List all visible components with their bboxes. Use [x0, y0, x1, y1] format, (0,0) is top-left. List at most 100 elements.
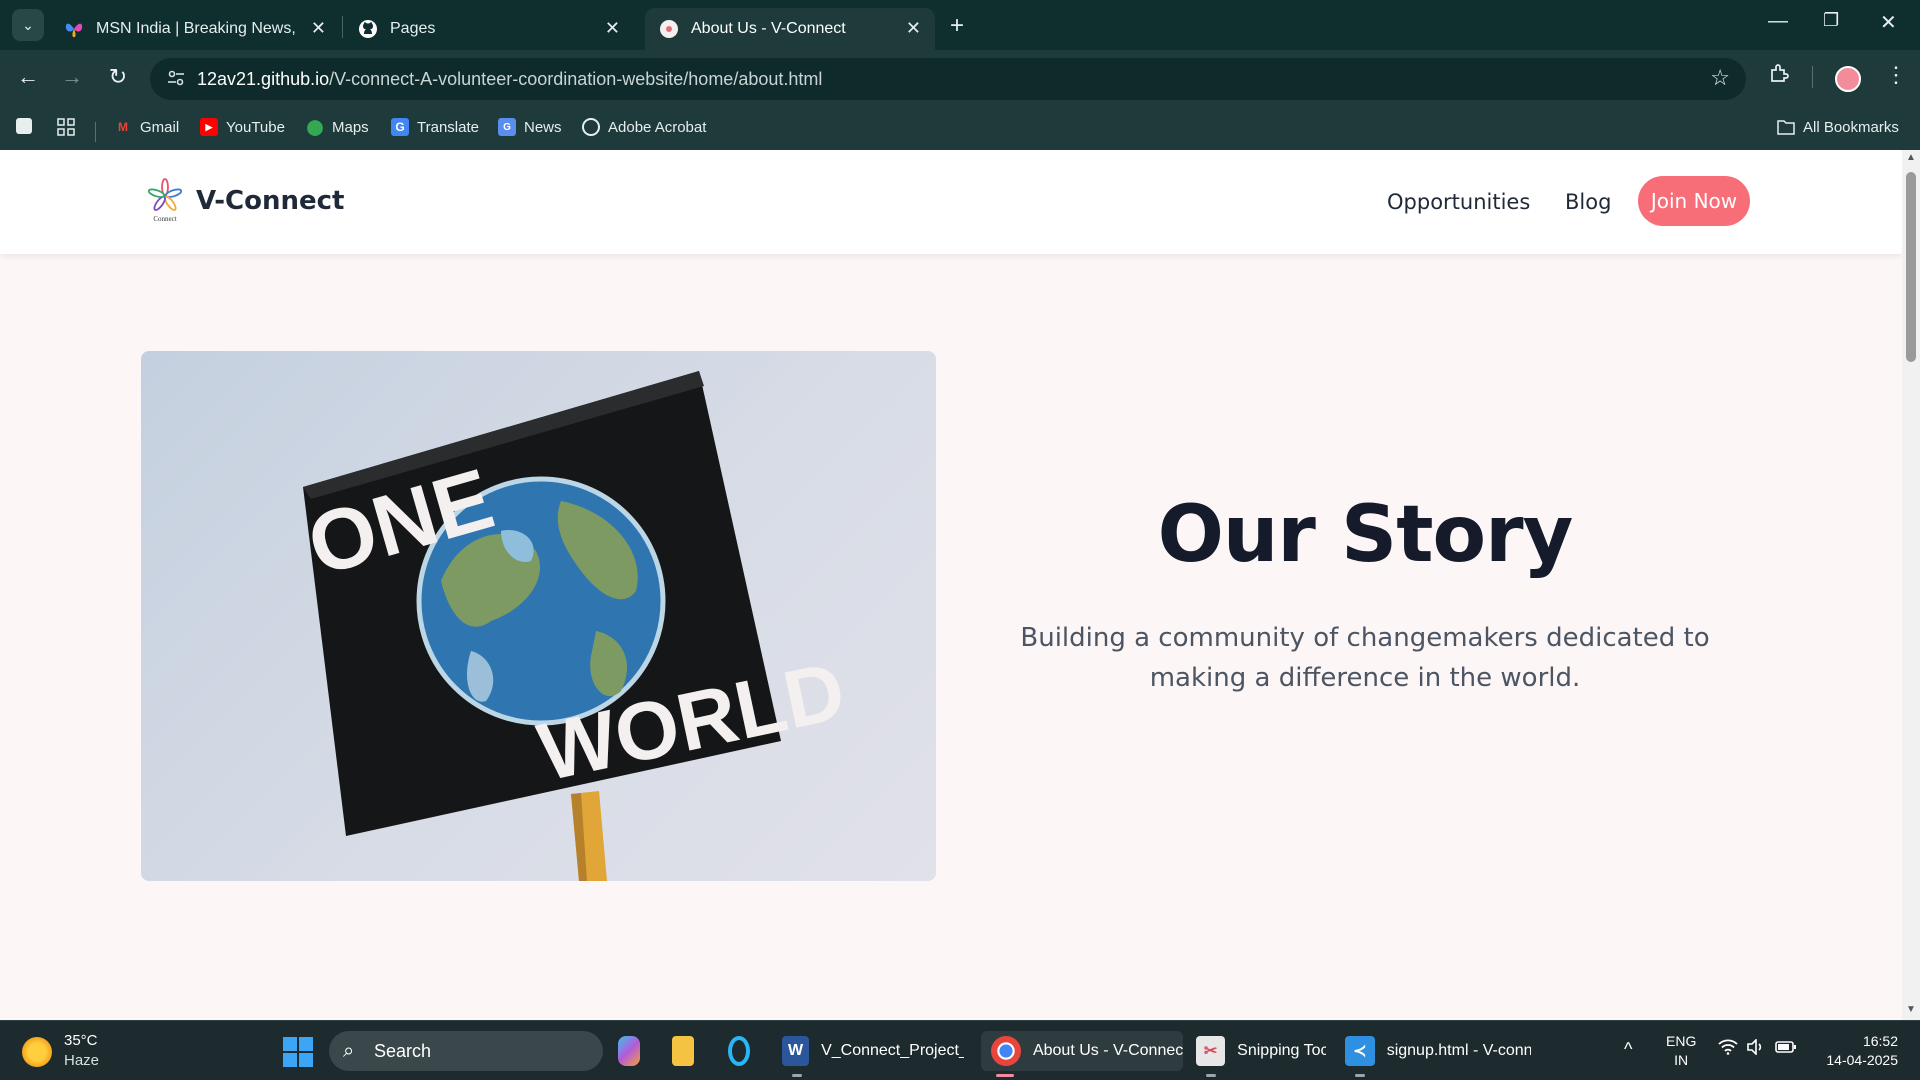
tab-msn[interactable]: MSN India | Breaking News, Ent ✕ — [50, 8, 340, 50]
restore-icon[interactable]: ❐ — [1823, 10, 1839, 31]
tab-divider — [342, 16, 343, 38]
github-icon — [358, 19, 378, 39]
join-now-button[interactable]: Join Now — [1638, 176, 1750, 226]
close-icon[interactable]: ✕ — [906, 18, 921, 39]
taskbar-app-word[interactable]: W V_Connect_Project_R — [782, 1031, 964, 1077]
windows-taskbar: 35°C Haze ⌕ Search W V_Connect_Project_R… — [0, 1020, 1920, 1080]
chrome-icon — [991, 1036, 1021, 1066]
taskbar-app-label: signup.html - V-conn — [1386, 1042, 1531, 1059]
tab-pages[interactable]: Pages ✕ — [344, 8, 634, 50]
minimize-icon[interactable]: — — [1768, 10, 1788, 33]
vscode-icon: ≺ — [1345, 1036, 1375, 1066]
maps-pin-icon: ⬤ — [306, 119, 324, 136]
nav-blog[interactable]: Blog — [1565, 190, 1611, 214]
bookmark-label: Translate — [417, 118, 479, 136]
cortana-ring-icon[interactable] — [728, 1031, 762, 1071]
bookmark-adobe-acrobat[interactable]: Adobe Acrobat — [582, 118, 706, 136]
system-clock[interactable]: 16:52 14-04-2025 — [1818, 1032, 1898, 1070]
battery-icon[interactable] — [1775, 1039, 1797, 1060]
word-icon: W — [782, 1036, 810, 1066]
apps-grid-icon[interactable] — [57, 118, 75, 136]
taskbar-search-label: Search — [374, 1040, 432, 1061]
weather-description[interactable]: Haze — [64, 1052, 99, 1069]
input-language[interactable]: ENG IN — [1666, 1032, 1696, 1070]
new-tab-icon[interactable]: + — [950, 12, 964, 40]
bookmark-star-icon[interactable]: ☆ — [1710, 65, 1730, 91]
nav-opportunities[interactable]: Opportunities — [1387, 190, 1530, 214]
close-window-icon[interactable]: ✕ — [1880, 10, 1897, 35]
bookmark-label: News — [524, 118, 562, 136]
tab-title: Pages — [390, 20, 436, 37]
bookmark-translate[interactable]: G Translate — [391, 118, 479, 136]
all-bookmarks[interactable]: All Bookmarks — [1777, 118, 1899, 136]
profile-avatar[interactable] — [1835, 66, 1861, 92]
windows-start-icon[interactable] — [283, 1037, 313, 1067]
wifi-icon[interactable] — [1718, 1039, 1738, 1060]
copilot-icon[interactable] — [618, 1031, 652, 1071]
bookmark-label: YouTube — [226, 118, 285, 136]
taskbar-app-snipping-tool[interactable]: ✂ Snipping Toc — [1196, 1031, 1326, 1077]
site-header: Connect V-Connect Opportunities Blog Joi… — [0, 150, 1902, 254]
close-icon[interactable]: ✕ — [605, 18, 620, 39]
menu-kebab-icon[interactable]: ⋮ — [1885, 62, 1907, 88]
weather-haze-icon[interactable] — [22, 1037, 52, 1067]
taskbar-app-label: Snipping Toc — [1237, 1042, 1326, 1059]
close-icon[interactable]: ✕ — [311, 18, 326, 39]
url-host: 12av21.github.io — [197, 69, 330, 89]
url-text[interactable]: 12av21.github.io/V-connect-A-volunteer-c… — [197, 69, 822, 90]
all-bookmarks-label: All Bookmarks — [1803, 118, 1899, 136]
forward-icon[interactable]: → — [57, 64, 87, 90]
tab-search-chevron-icon[interactable]: ⌄ — [12, 9, 44, 41]
clock-time: 16:52 — [1862, 1033, 1898, 1049]
snipping-tool-icon: ✂ — [1196, 1036, 1226, 1066]
scroll-thumb[interactable] — [1906, 172, 1916, 362]
running-indicator — [1206, 1074, 1216, 1077]
news-icon: G — [498, 118, 516, 136]
globe-icon — [582, 118, 600, 136]
reload-icon[interactable]: ↻ — [103, 64, 133, 90]
bookmark-label: Maps — [332, 118, 369, 136]
bookmark-news[interactable]: G News — [498, 118, 562, 136]
page-viewport: Connect V-Connect Opportunities Blog Joi… — [0, 150, 1902, 1020]
bookmark-label: Gmail — [140, 118, 180, 136]
weather-temperature[interactable]: 35°C — [64, 1032, 98, 1049]
scroll-up-icon[interactable]: ▲ — [1906, 152, 1916, 163]
bookmarks-divider — [95, 122, 96, 142]
lang-line-2: IN — [1674, 1052, 1689, 1068]
youtube-icon: ▶ — [200, 118, 218, 136]
scroll-down-icon[interactable]: ▼ — [1906, 1004, 1916, 1015]
lang-line-1: ENG — [1666, 1033, 1697, 1049]
story-subtitle: Building a community of changemakers ded… — [1020, 623, 1710, 693]
site-info-icon[interactable] — [166, 68, 188, 90]
address-bar[interactable]: 12av21.github.io/V-connect-A-volunteer-c… — [150, 58, 1746, 100]
browser-toolbar: ← → ↻ 12av21.github.io/V-connect-A-volun… — [0, 50, 1920, 108]
vconnect-logo[interactable]: Connect — [145, 178, 185, 224]
file-explorer-icon[interactable] — [672, 1031, 706, 1071]
taskbar-app-label: About Us - V-Connec — [1032, 1042, 1183, 1059]
taskbar-app-chrome[interactable]: About Us - V-Connec — [981, 1031, 1183, 1077]
active-indicator — [996, 1074, 1014, 1077]
volume-icon[interactable] — [1746, 1038, 1766, 1060]
url-path: /V-connect-A-volunteer-coordination-webs… — [329, 69, 823, 89]
back-icon[interactable]: ← — [13, 64, 43, 90]
bookmark-maps[interactable]: ⬤ Maps — [306, 118, 369, 137]
logo-caption: Connect — [153, 215, 176, 223]
tab-about-active[interactable]: About Us - V-Connect ✕ — [645, 8, 935, 50]
taskbar-app-vscode[interactable]: ≺ signup.html - V-conn — [1345, 1031, 1531, 1077]
bookmark-apps-square-icon[interactable] — [16, 118, 40, 134]
tab-title: About Us - V-Connect — [691, 20, 846, 37]
running-indicator — [1355, 1074, 1365, 1077]
translate-icon: G — [391, 118, 409, 136]
toolbar-divider — [1812, 66, 1813, 88]
tab-title: MSN India | Breaking News, Ent — [96, 20, 301, 37]
brand-name[interactable]: V-Connect — [196, 186, 344, 216]
clock-date: 14-04-2025 — [1826, 1052, 1898, 1068]
extensions-icon[interactable] — [1768, 62, 1790, 90]
tray-chevron-up-icon[interactable]: ^ — [1624, 1039, 1632, 1060]
bookmark-youtube[interactable]: ▶ YouTube — [200, 118, 285, 136]
one-world-sign-image: ONE WORLD — [141, 351, 936, 881]
tab-strip: ⌄ MSN India | Breaking News, Ent ✕ Pages… — [0, 0, 1920, 50]
taskbar-search[interactable]: ⌕ Search — [329, 1031, 603, 1071]
bookmark-gmail[interactable]: M Gmail — [114, 118, 179, 136]
page-scrollbar[interactable]: ▲ ▼ — [1902, 150, 1920, 1020]
